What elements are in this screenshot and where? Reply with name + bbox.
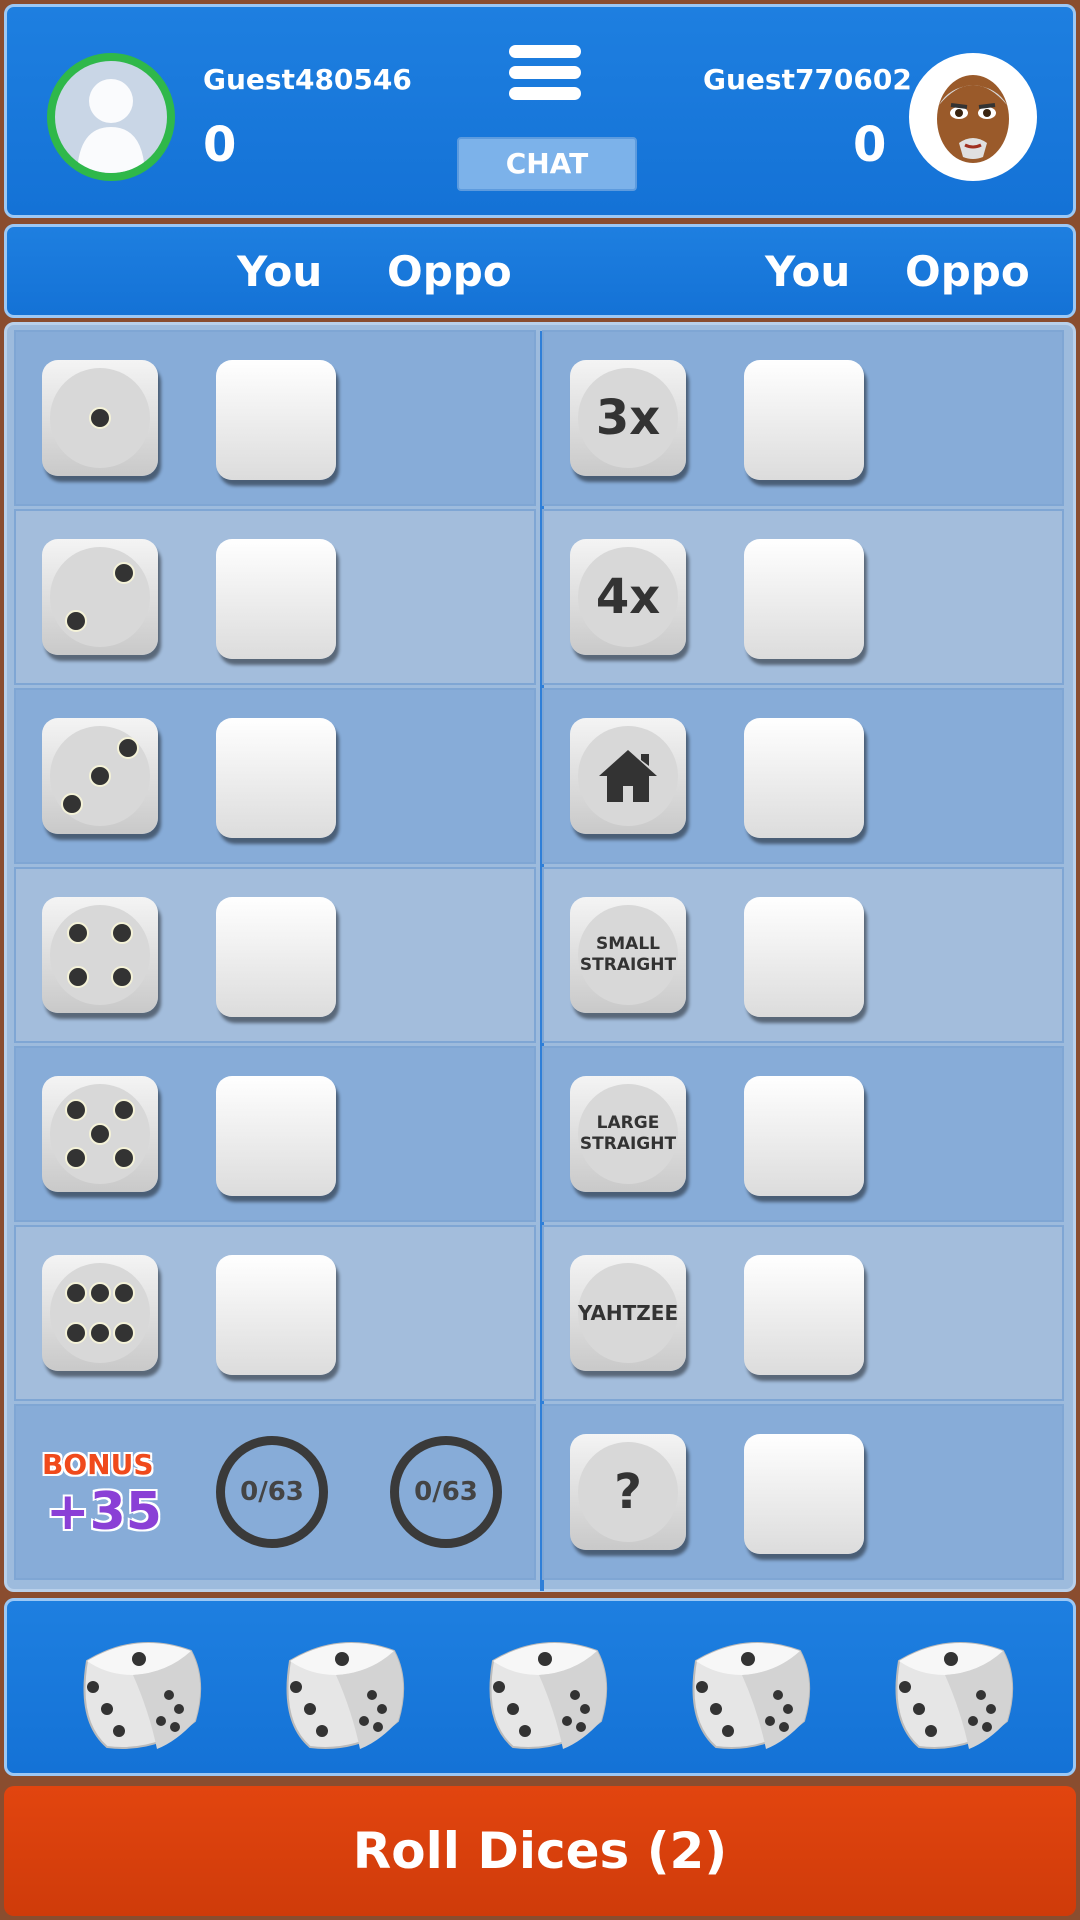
die-pip bbox=[113, 1282, 135, 1304]
score-slot-you[interactable] bbox=[216, 539, 336, 659]
score-slot-you[interactable] bbox=[744, 1255, 864, 1375]
category-label: ? bbox=[578, 1442, 678, 1542]
default-user-icon bbox=[77, 79, 145, 173]
score-slot-you[interactable] bbox=[744, 360, 864, 480]
die-face bbox=[50, 547, 150, 647]
die-pip bbox=[113, 1322, 135, 1344]
die-face bbox=[50, 726, 150, 826]
score-slot-you[interactable] bbox=[744, 539, 864, 659]
die-pip bbox=[89, 1282, 111, 1304]
rolled-die-icon[interactable] bbox=[473, 1621, 613, 1761]
score-slot-you[interactable] bbox=[216, 718, 336, 838]
bonus-progress-oppo: 0/63 bbox=[390, 1436, 502, 1548]
die-pip bbox=[111, 922, 133, 944]
chat-button[interactable]: CHAT bbox=[457, 137, 637, 191]
score-slot-you[interactable] bbox=[216, 1255, 336, 1375]
category-button[interactable]: YAHTZEE bbox=[570, 1255, 686, 1371]
category-label: LARGE STRAIGHT bbox=[578, 1084, 678, 1184]
player-score-left: 0 bbox=[203, 117, 237, 173]
die-face bbox=[50, 368, 150, 468]
score-column-headers: You Oppo You Oppo bbox=[4, 224, 1076, 318]
house-icon bbox=[599, 750, 657, 802]
die-face bbox=[50, 905, 150, 1005]
category-button[interactable]: ? bbox=[570, 1434, 686, 1550]
column-you-right: You bbox=[765, 247, 851, 296]
menu-icon[interactable] bbox=[509, 45, 581, 111]
category-label: 4x bbox=[578, 547, 678, 647]
bonus-value: +35 bbox=[46, 1482, 162, 1542]
column-oppo-right: Oppo bbox=[905, 247, 1030, 296]
die-face bbox=[50, 1084, 150, 1184]
die-pip bbox=[65, 1099, 87, 1121]
player-name-left: Guest480546 bbox=[203, 63, 412, 96]
die-face-2-icon bbox=[42, 539, 158, 655]
die-pip bbox=[89, 407, 111, 429]
category-label: SMALL STRAIGHT bbox=[578, 905, 678, 1005]
die-pip bbox=[117, 737, 139, 759]
die-pip bbox=[89, 1322, 111, 1344]
score-slot-you[interactable] bbox=[744, 1434, 864, 1554]
die-pip bbox=[67, 922, 89, 944]
die-face-3-icon bbox=[42, 718, 158, 834]
die-pip bbox=[113, 1099, 135, 1121]
rolled-die-icon[interactable] bbox=[67, 1621, 207, 1761]
category-button[interactable]: 4x bbox=[570, 539, 686, 655]
die-face-6-icon bbox=[42, 1255, 158, 1371]
die-pip bbox=[113, 1147, 135, 1169]
score-slot-you[interactable] bbox=[216, 1076, 336, 1196]
column-you-left: You bbox=[237, 247, 323, 296]
category-label bbox=[578, 726, 678, 826]
roll-dice-button[interactable]: Roll Dices (2) bbox=[4, 1786, 1076, 1916]
column-oppo-left: Oppo bbox=[387, 247, 512, 296]
die-pip bbox=[65, 1147, 87, 1169]
player-score-right: 0 bbox=[853, 117, 887, 173]
die-pip bbox=[65, 1322, 87, 1344]
rolled-die-icon[interactable] bbox=[270, 1621, 410, 1761]
category-button[interactable]: 3x bbox=[570, 360, 686, 476]
dice-tray bbox=[4, 1598, 1076, 1776]
score-slot-you[interactable] bbox=[216, 360, 336, 480]
die-pip bbox=[61, 793, 83, 815]
bonus-progress-you: 0/63 bbox=[216, 1436, 328, 1548]
game-header: Guest480546 0 CHAT Guest770602 0 bbox=[4, 4, 1076, 218]
opponent-face-icon bbox=[937, 75, 1009, 163]
die-face bbox=[50, 1263, 150, 1363]
score-slot-you[interactable] bbox=[744, 718, 864, 838]
die-pip bbox=[111, 966, 133, 988]
player-avatar-right[interactable] bbox=[909, 53, 1037, 181]
die-face-5-icon bbox=[42, 1076, 158, 1192]
score-slot-you[interactable] bbox=[216, 897, 336, 1017]
bonus-label: BONUS bbox=[42, 1448, 154, 1481]
score-slot-you[interactable] bbox=[744, 897, 864, 1017]
category-label: 3x bbox=[578, 368, 678, 468]
player-name-right: Guest770602 bbox=[703, 63, 912, 96]
die-pip bbox=[67, 966, 89, 988]
die-pip bbox=[65, 1282, 87, 1304]
rolled-die-icon[interactable] bbox=[676, 1621, 816, 1761]
player-avatar-left[interactable] bbox=[47, 53, 175, 181]
score-slot-you[interactable] bbox=[744, 1076, 864, 1196]
category-button[interactable]: LARGE STRAIGHT bbox=[570, 1076, 686, 1192]
die-pip bbox=[89, 765, 111, 787]
die-face-4-icon bbox=[42, 897, 158, 1013]
die-pip bbox=[113, 562, 135, 584]
die-pip bbox=[65, 610, 87, 632]
die-face-1-icon bbox=[42, 360, 158, 476]
die-pip bbox=[89, 1123, 111, 1145]
rolled-die-icon[interactable] bbox=[879, 1621, 1019, 1761]
category-label: YAHTZEE bbox=[578, 1263, 678, 1363]
category-button[interactable] bbox=[570, 718, 686, 834]
category-button[interactable]: SMALL STRAIGHT bbox=[570, 897, 686, 1013]
